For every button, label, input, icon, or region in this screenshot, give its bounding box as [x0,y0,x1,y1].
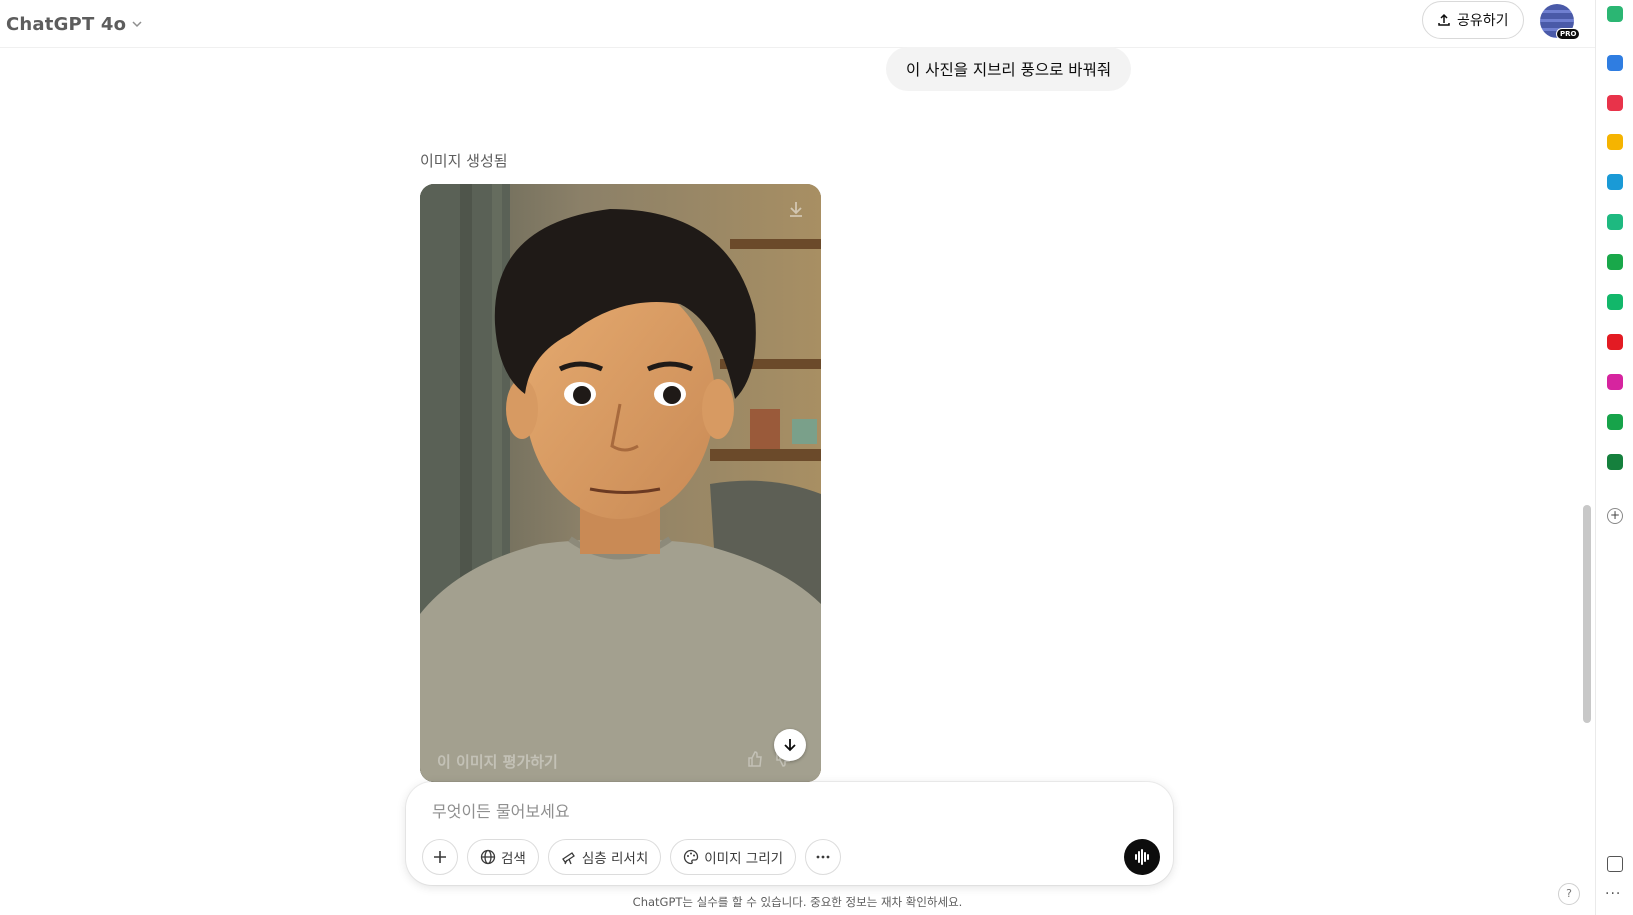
voice-mode-button[interactable] [1124,839,1160,875]
extension-icon[interactable] [1607,254,1623,270]
palette-icon [684,849,699,865]
extension-icon[interactable] [1607,334,1623,350]
image-generated-label: 이미지 생성됨 [420,152,508,170]
scrollbar-thumb[interactable] [1583,505,1591,723]
rate-image-label: 이 이미지 평가하기 [437,753,558,771]
model-switcher[interactable]: ChatGPT 4o [6,10,144,38]
extension-icon[interactable] [1607,95,1623,111]
extension-icon[interactable] [1607,174,1623,190]
user-message-bubble: 이 사진을 지브리 풍으로 바꿔줘 [886,47,1132,91]
share-label: 공유하기 [1457,13,1509,29]
extension-sidebar: + ··· [1595,0,1633,915]
open-panel-icon[interactable] [1607,856,1623,872]
ghibli-portrait-image [420,184,821,782]
footer-disclaimer: ChatGPT는 실수를 할 수 있습니다. 중요한 정보는 재차 확인하세요. [632,895,963,909]
chevron-down-icon [132,21,142,28]
message-composer: 검색 심층 리서치 이미지 그리기 [406,782,1173,885]
more-options-icon[interactable]: ··· [1605,886,1621,902]
chatgpt-app: ChatGPT 4o 공유하기 PRO 이 사진을 지브리 풍으로 바꿔줘 이미… [0,0,1633,915]
create-image-label: 이미지 그리기 [704,851,784,867]
create-image-button[interactable]: 이미지 그리기 [670,839,797,875]
user-avatar[interactable]: PRO [1540,4,1581,40]
thumbs-up-icon[interactable] [746,750,764,768]
add-extension-icon[interactable]: + [1607,508,1623,524]
search-label: 검색 [501,851,526,867]
thumbs-down-icon[interactable] [774,750,792,768]
globe-icon [480,849,496,865]
image-feedback [746,750,792,768]
download-icon[interactable] [786,199,806,219]
composer-toolbar: 검색 심층 리서치 이미지 그리기 [422,839,842,875]
share-button[interactable]: 공유하기 [1422,1,1524,39]
deep-research-label: 심층 리서치 [581,851,649,867]
deep-research-button[interactable]: 심층 리서치 [547,839,662,875]
generated-image[interactable] [420,184,821,782]
model-name: ChatGPT 4o [6,13,127,35]
extension-icon[interactable] [1607,6,1623,22]
more-tools-button[interactable] [805,839,842,875]
search-button[interactable]: 검색 [467,839,539,875]
pro-badge: PRO [1556,28,1581,40]
telescope-icon [561,852,575,865]
user-message-text: 이 사진을 지브리 풍으로 바꿔줘 [906,61,1112,79]
extension-icon[interactable] [1607,414,1623,430]
help-button[interactable]: ? [1558,883,1580,905]
extension-icon[interactable] [1607,454,1623,470]
upload-icon [1438,13,1450,26]
attach-button[interactable] [422,839,458,875]
prompt-input[interactable] [432,798,1132,824]
extension-icon[interactable] [1607,55,1623,71]
extension-icon[interactable] [1607,294,1623,310]
extension-icon[interactable] [1607,214,1623,230]
voice-waveform-icon [1135,849,1149,865]
more-dots-icon [816,855,830,859]
plus-icon [434,851,446,863]
extension-icon[interactable] [1607,134,1623,150]
top-header: ChatGPT 4o 공유하기 PRO [0,0,1595,48]
extension-icon[interactable] [1607,374,1623,390]
